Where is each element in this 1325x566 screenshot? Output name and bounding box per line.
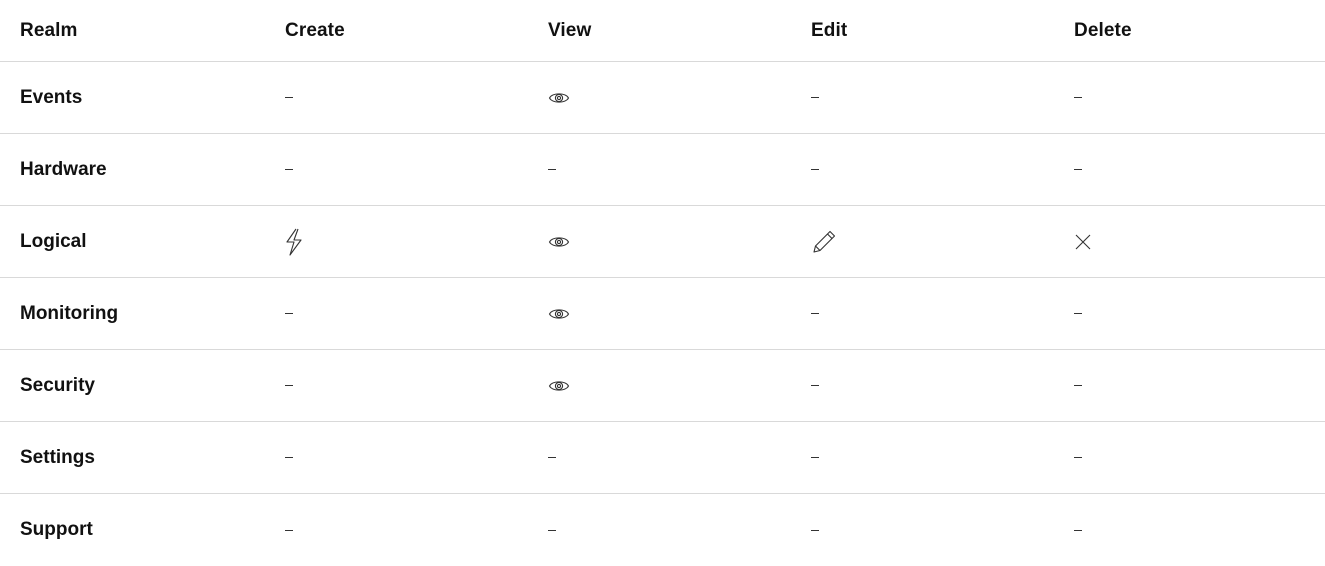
- dash-icon: [811, 457, 819, 458]
- dash-icon: [548, 169, 556, 170]
- dash-icon: [1074, 422, 1082, 493]
- table-row: Security: [0, 350, 1325, 422]
- dash-icon: [285, 62, 293, 133]
- dash-icon: [1074, 97, 1082, 98]
- realm-name: Hardware: [20, 158, 107, 180]
- table-row: Events: [0, 62, 1325, 134]
- dash-icon: [285, 529, 293, 531]
- dash-icon: [285, 494, 293, 566]
- dash-icon: [548, 134, 556, 205]
- table-body: Events Hardware Logical Monitoring Security S…: [0, 62, 1325, 566]
- eye-icon: [548, 350, 570, 421]
- table-row: Logical: [0, 206, 1325, 278]
- dash-icon: [548, 529, 556, 531]
- column-header-edit: Edit: [811, 19, 848, 41]
- dash-icon: [285, 385, 293, 386]
- dash-icon: [811, 422, 819, 493]
- column-header-create: Create: [285, 19, 345, 41]
- table-row: Support: [0, 494, 1325, 566]
- table-row: Hardware: [0, 134, 1325, 206]
- dash-icon: [811, 385, 819, 386]
- realm-name: Logical: [20, 230, 87, 252]
- eye-icon: [548, 62, 570, 133]
- dash-icon: [811, 169, 819, 170]
- dash-icon: [1074, 385, 1082, 386]
- dash-icon: [285, 169, 293, 170]
- dash-icon: [285, 313, 293, 314]
- pencil-icon: [811, 206, 837, 277]
- dash-icon: [1074, 350, 1082, 421]
- dash-icon: [811, 350, 819, 421]
- realm-name: Settings: [20, 446, 95, 468]
- dash-icon: [811, 494, 819, 566]
- realm-name: Security: [20, 374, 95, 396]
- column-header-view: View: [548, 19, 592, 41]
- dash-icon: [285, 278, 293, 349]
- realm-name: Support: [20, 519, 93, 540]
- lightning-icon: [285, 206, 303, 277]
- table-row: Settings: [0, 422, 1325, 494]
- eye-icon: [548, 278, 570, 349]
- eye-icon: [548, 206, 570, 277]
- table-row: Monitoring: [0, 278, 1325, 350]
- dash-icon: [1074, 134, 1082, 205]
- dash-icon: [1074, 62, 1082, 133]
- dash-icon: [548, 422, 556, 493]
- dash-icon: [811, 134, 819, 205]
- dash-icon: [1074, 169, 1082, 170]
- realm-name: Events: [20, 86, 83, 108]
- dash-icon: [285, 457, 293, 458]
- dash-icon: [811, 529, 819, 531]
- permissions-table: Realm Create View Edit Delete Events Hard…: [0, 0, 1325, 566]
- dash-icon: [548, 494, 556, 566]
- dash-icon: [285, 422, 293, 493]
- realm-name: Monitoring: [20, 302, 119, 324]
- dash-icon: [811, 278, 819, 349]
- table-header-row: Realm Create View Edit Delete: [0, 0, 1325, 62]
- dash-icon: [1074, 494, 1082, 566]
- dash-icon: [1074, 457, 1082, 458]
- x-icon: [1074, 206, 1092, 277]
- dash-icon: [811, 313, 819, 314]
- dash-icon: [1074, 529, 1082, 531]
- dash-icon: [285, 97, 293, 98]
- column-header-realm: Realm: [20, 19, 78, 41]
- dash-icon: [285, 350, 293, 421]
- dash-icon: [1074, 313, 1082, 314]
- dash-icon: [548, 457, 556, 458]
- column-header-delete: Delete: [1074, 19, 1132, 41]
- dash-icon: [1074, 278, 1082, 349]
- dash-icon: [811, 62, 819, 133]
- dash-icon: [285, 134, 293, 205]
- dash-icon: [811, 97, 819, 98]
